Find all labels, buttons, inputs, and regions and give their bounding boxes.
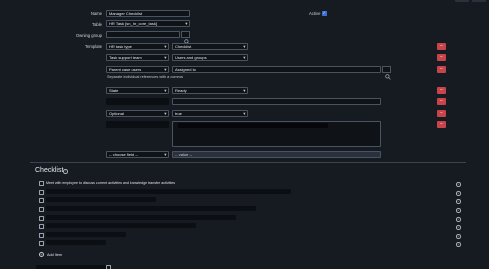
checklist-item-checkbox-7[interactable]: [39, 233, 44, 238]
header-button-2[interactable]: [472, 0, 486, 2]
checklist-item-checkbox-4[interactable]: [39, 207, 44, 212]
minus-icon: −: [440, 43, 443, 49]
add-item-button[interactable]: Add Item: [47, 253, 62, 257]
value-field[interactable]: -- value --: [172, 151, 381, 158]
checklist-item-checkbox-3[interactable]: [39, 198, 44, 203]
minus-icon: −: [440, 54, 443, 60]
checklist-item-redacted-4: [46, 206, 256, 211]
checklist-item-redacted-8: [46, 240, 106, 245]
section-divider: [30, 162, 466, 163]
checklist-item-menu-icon-2[interactable]: +: [456, 191, 461, 196]
remove-row-button-1[interactable]: −: [437, 43, 446, 50]
checklist-item-menu-icon-6[interactable]: +: [456, 225, 461, 230]
name-label: Name: [90, 11, 102, 16]
checklist-item-checkbox-2[interactable]: [39, 190, 44, 195]
template-label: Template: [85, 44, 102, 49]
redacted-field-2: [106, 121, 169, 128]
checklist-item-redacted-5: [46, 215, 236, 220]
active-label: Active: [309, 11, 321, 16]
table-select[interactable]: HR Task [sn_hr_core_task]: [106, 20, 190, 27]
header-button-1[interactable]: [455, 0, 469, 2]
checklist-item-menu-icon-7[interactable]: +: [456, 234, 461, 239]
redacted-field: [106, 98, 169, 105]
checklist-item-menu-icon-4[interactable]: +: [456, 208, 461, 213]
remove-row-button-3[interactable]: −: [437, 66, 446, 73]
optional-field-select[interactable]: Optional: [106, 110, 169, 117]
checklist-item-menu-icon-8[interactable]: +: [456, 242, 461, 247]
checklist-item-menu-icon-3[interactable]: +: [456, 199, 461, 204]
template-reference-field-3[interactable]: Assigned to: [172, 66, 381, 73]
optional-value-select[interactable]: true: [172, 110, 248, 117]
minus-icon: −: [440, 66, 443, 72]
checklist-item-menu-icon-1[interactable]: +: [456, 182, 461, 187]
remove-row-button-2[interactable]: −: [437, 54, 446, 61]
active-check-icon: ✓: [322, 10, 327, 16]
checklist-title: Checklist: [35, 167, 64, 174]
owning-group-field[interactable]: [106, 31, 180, 38]
reference-lookup-button[interactable]: [382, 66, 391, 80]
minus-icon: −: [440, 87, 443, 93]
template-field-select-2[interactable]: Task support team: [106, 54, 169, 61]
remove-row-button-4[interactable]: −: [437, 87, 446, 94]
name-field[interactable]: Manager Checklist: [106, 10, 190, 17]
owning-group-label: Owning group: [75, 33, 102, 38]
bottom-redacted-label: [36, 265, 106, 269]
state-field-select[interactable]: State: [106, 87, 169, 94]
minus-icon: −: [440, 98, 443, 104]
checklist-item-redacted-3: [46, 197, 156, 202]
checklist-item-checkbox-5[interactable]: [39, 216, 44, 221]
remove-row-button-7[interactable]: −: [437, 121, 446, 128]
template-field-select-3[interactable]: Parent case users: [106, 66, 169, 73]
separate-note: Separate individual references with a co…: [107, 75, 183, 79]
checklist-item-checkbox-1[interactable]: [39, 181, 44, 186]
remove-row-button-5[interactable]: −: [437, 98, 446, 105]
redacted-value-field[interactable]: [172, 98, 381, 105]
checklist-item-checkbox-6[interactable]: [39, 224, 44, 229]
state-value-select[interactable]: Ready: [172, 87, 248, 94]
template-value-select-1[interactable]: Checklist: [172, 43, 248, 50]
plus-circle-icon[interactable]: +: [39, 252, 44, 257]
search-icon: [384, 74, 391, 80]
redacted-text: [178, 123, 328, 128]
checklist-item-text-1: Meet with employee to discuss current ac…: [46, 181, 176, 185]
minus-icon: −: [440, 110, 443, 116]
bottom-checkbox[interactable]: [106, 265, 111, 269]
checklist-item-checkbox-8[interactable]: [39, 241, 44, 246]
minus-icon: −: [440, 121, 443, 127]
info-icon[interactable]: i: [63, 169, 68, 174]
checklist-item-redacted-2: [46, 189, 291, 194]
remove-row-button-6[interactable]: −: [437, 110, 446, 117]
choose-field-select[interactable]: -- choose field --: [106, 151, 169, 158]
checklist-item-redacted-6: [46, 223, 196, 228]
checklist-item-redacted-7: [46, 232, 126, 237]
checklist-item-menu-icon-5[interactable]: +: [456, 217, 461, 222]
owning-group-lookup-button[interactable]: [181, 31, 190, 45]
template-field-select-1[interactable]: HR task type: [106, 43, 169, 50]
template-value-select-2[interactable]: Users and groups: [172, 54, 248, 61]
table-label: Table: [91, 22, 102, 27]
